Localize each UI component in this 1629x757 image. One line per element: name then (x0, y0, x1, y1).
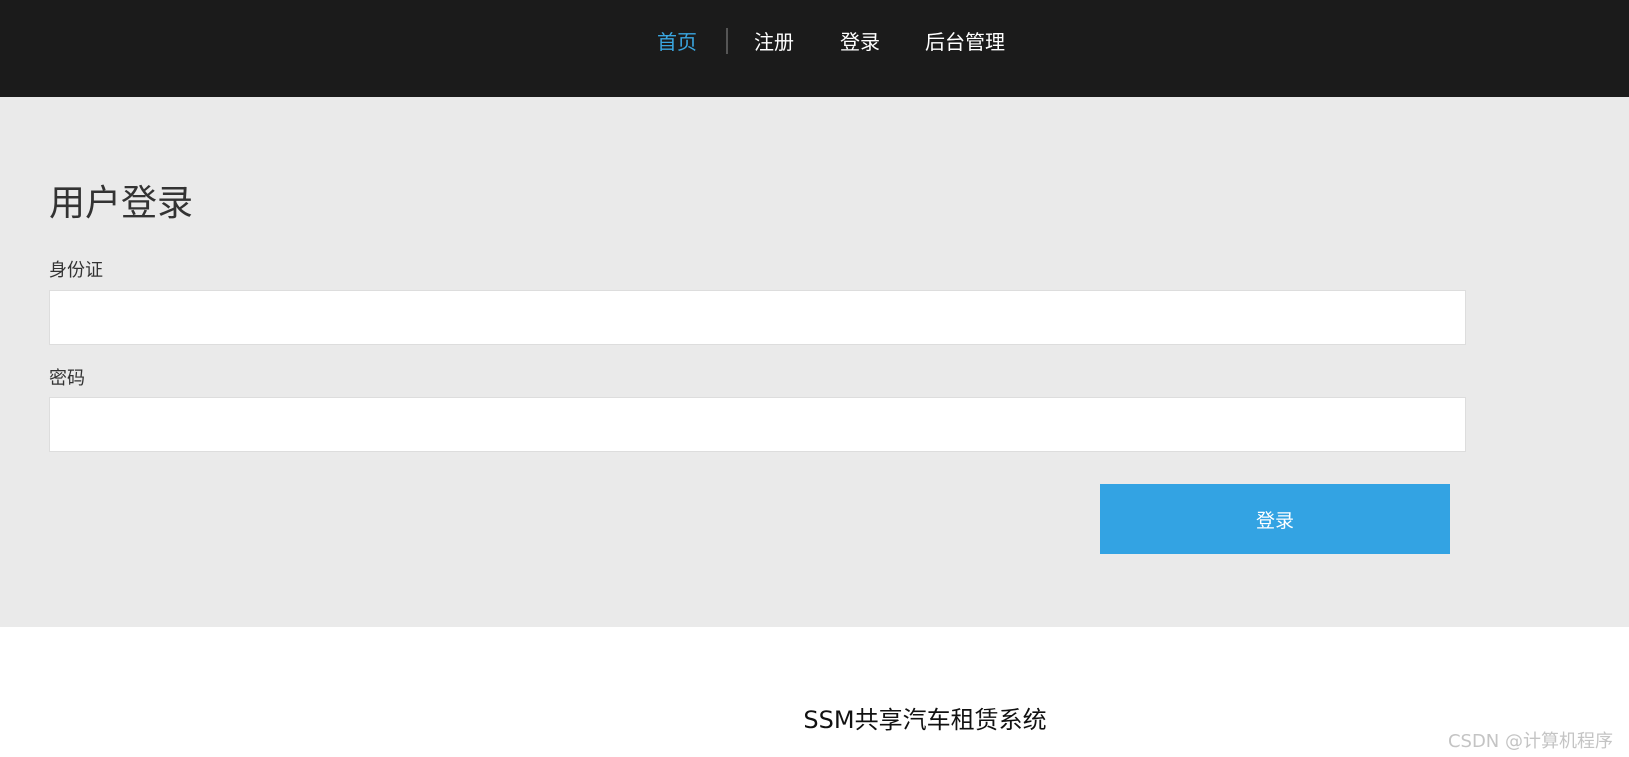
id-card-input[interactable] (49, 290, 1466, 345)
nav-login-link[interactable]: 登录 (840, 26, 880, 55)
password-label: 密码 (49, 368, 85, 389)
login-submit-button[interactable]: 登录 (1100, 484, 1450, 554)
page-title: 用户登录 (49, 183, 194, 224)
footer-system-name: SSM共享汽车租赁系统 (803, 706, 1047, 734)
nav-divider (726, 28, 728, 54)
nav-register-link[interactable]: 注册 (754, 26, 794, 55)
csdn-watermark: CSDN @计算机程序 (1447, 731, 1613, 752)
top-navigation-bar: 首页 注册 登录 后台管理 (0, 0, 1629, 97)
id-card-label: 身份证 (49, 260, 103, 281)
nav-admin-link[interactable]: 后台管理 (925, 26, 1005, 55)
nav-home-link[interactable]: 首页 (657, 26, 697, 55)
password-input[interactable] (49, 397, 1466, 452)
